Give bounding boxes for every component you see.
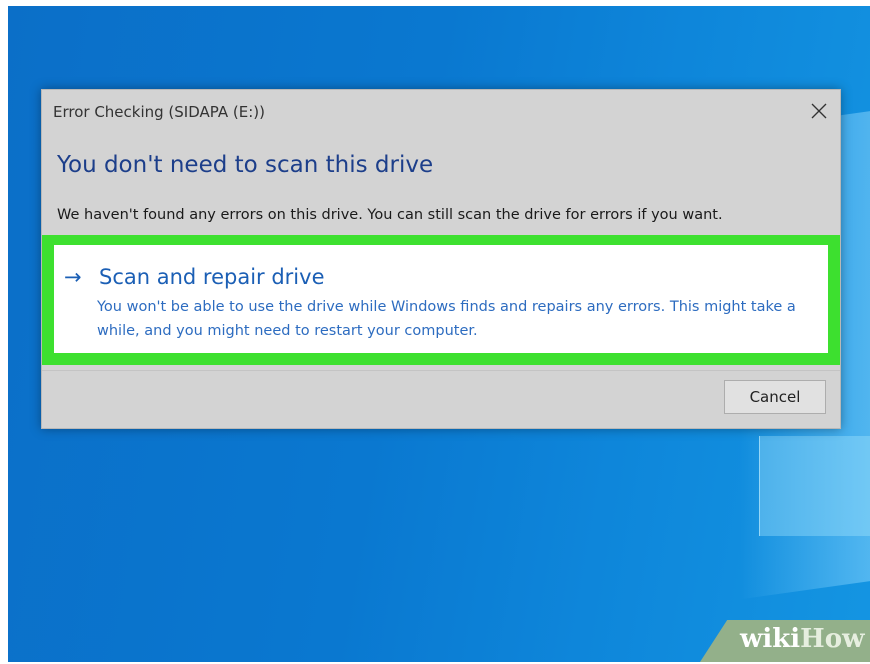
cancel-button[interactable]: Cancel [724, 380, 826, 414]
close-button[interactable] [802, 94, 836, 128]
error-checking-dialog: Error Checking (SIDAPA (E:)) You don't n… [41, 89, 841, 429]
option-title: Scan and repair drive [99, 265, 325, 289]
dialog-heading: You don't need to scan this drive [57, 152, 434, 178]
close-icon [811, 103, 827, 119]
dialog-title: Error Checking (SIDAPA (E:)) [53, 103, 265, 121]
wikihow-watermark: wikiHow [700, 620, 870, 662]
option-description: You won't be able to use the drive while… [97, 299, 796, 339]
scan-and-repair-option[interactable]: → Scan and repair drive You won't be abl… [54, 245, 828, 353]
dialog-titlebar: Error Checking (SIDAPA (E:)) [42, 90, 840, 132]
arrow-right-icon: → [64, 265, 82, 289]
watermark-logo: wikiHow [740, 624, 864, 654]
dialog-footer-divider [42, 370, 840, 371]
option-highlight-frame: → Scan and repair drive You won't be abl… [42, 235, 840, 365]
watermark-how: How [800, 624, 865, 654]
watermark-wiki: wiki [740, 624, 801, 654]
desktop-background: Error Checking (SIDAPA (E:)) You don't n… [8, 6, 870, 662]
desktop-window-logo-pane [759, 436, 870, 536]
dialog-description: We haven't found any errors on this driv… [57, 207, 723, 223]
